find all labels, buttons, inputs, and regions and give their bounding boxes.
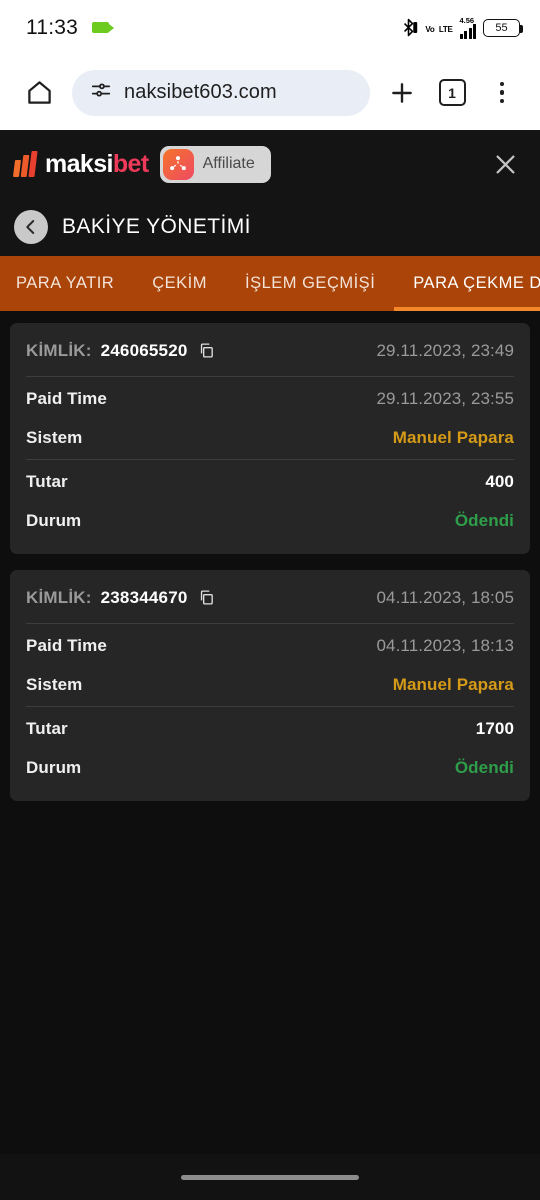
table-row: KİMLİK: 238344670 04.11.2023, 18:05 Paid… [10, 570, 530, 801]
divider [26, 459, 514, 460]
paid-time-row: Paid Time 04.11.2023, 18:13 [26, 626, 514, 665]
tutar-row: Tutar 1700 [26, 709, 514, 748]
tutar-label: Tutar [26, 718, 68, 738]
tutar-row: Tutar 400 [26, 462, 514, 501]
affiliate-network-icon [162, 148, 194, 180]
durum-label: Durum [26, 757, 82, 777]
home-icon[interactable] [16, 70, 62, 116]
overflow-menu-icon[interactable] [480, 71, 524, 115]
withdrawal-status-list: KİMLİK: 246065520 29.11.2023, 23:49 Paid… [0, 311, 540, 829]
record-id-group: KİMLİK: 238344670 [26, 588, 217, 608]
sistem-value: Manuel Papara [392, 674, 514, 694]
battery-percent-label: 55 [495, 21, 508, 34]
tutar-label: Tutar [26, 471, 68, 491]
tab-bar[interactable]: PARA YATIR ÇEKİM İŞLEM GEÇMİŞİ PARA ÇEKM… [0, 256, 540, 311]
sistem-label: Sistem [26, 427, 83, 447]
durum-row: Durum Ödendi [26, 748, 514, 787]
status-bar-right: Vo LTE 4.56 55 [399, 16, 523, 39]
tutar-value: 400 [485, 471, 514, 491]
sistem-value: Manuel Papara [392, 427, 514, 447]
record-created-date: 04.11.2023, 18:05 [376, 587, 514, 607]
page-header: BAKİYE YÖNETİMİ [0, 198, 540, 256]
tab-islem-gecmisi[interactable]: İŞLEM GEÇMİŞİ [226, 256, 394, 311]
plus-icon[interactable] [380, 71, 424, 115]
affiliate-badge[interactable]: Affiliate [159, 145, 271, 183]
tab-cekim[interactable]: ÇEKİM [133, 256, 226, 311]
kimlik-label: KİMLİK: [26, 587, 92, 607]
maksibet-chevrons-icon [12, 151, 38, 177]
paid-time-value: 29.11.2023, 23:55 [376, 388, 514, 408]
status-badge: Ödendi [454, 510, 514, 530]
page-title: BAKİYE YÖNETİMİ [62, 215, 251, 238]
paid-time-row: Paid Time 29.11.2023, 23:55 [26, 379, 514, 418]
kimlik-value: 246065520 [100, 340, 188, 360]
volte-icon: Vo LTE [425, 24, 453, 34]
battery-icon: 55 [483, 18, 523, 37]
kimlik-value: 238344670 [100, 587, 188, 607]
maksibet-logo[interactable]: maksibet [12, 150, 149, 179]
tab-count-label[interactable]: 1 [438, 79, 466, 106]
sistem-row: Sistem Manuel Papara [26, 418, 514, 457]
durum-row: Durum Ödendi [26, 501, 514, 540]
bluetooth-off-icon [399, 18, 418, 37]
tab-switcher-button[interactable]: 1 [430, 71, 474, 115]
divider [26, 623, 514, 624]
durum-label: Durum [26, 510, 82, 530]
sistem-row: Sistem Manuel Papara [26, 665, 514, 704]
close-icon[interactable] [484, 143, 526, 185]
divider [26, 706, 514, 707]
paid-time-label: Paid Time [26, 635, 107, 655]
affiliate-label: Affiliate [202, 155, 255, 172]
logo-wordmark: maksibet [45, 150, 149, 179]
copy-icon[interactable] [197, 341, 217, 361]
record-header-row: KİMLİK: 238344670 04.11.2023, 18:05 [26, 574, 514, 621]
camera-recording-icon [92, 22, 114, 33]
system-navigation-bar [0, 1154, 540, 1200]
signal-bars-icon: 4.56 [459, 16, 476, 39]
logo-text-primary: maksi [45, 149, 113, 178]
gesture-navigation-pill[interactable] [181, 1174, 359, 1180]
url-text[interactable]: naksibet603.com [124, 81, 277, 104]
copy-icon[interactable] [197, 588, 217, 608]
kimlik-label: KİMLİK: [26, 340, 92, 360]
paid-time-label: Paid Time [26, 388, 107, 408]
tab-para-yatir[interactable]: PARA YATIR [0, 256, 133, 311]
table-row: KİMLİK: 246065520 29.11.2023, 23:49 Paid… [10, 323, 530, 554]
sistem-label: Sistem [26, 674, 83, 694]
site-banner: maksibet Affiliate [0, 130, 540, 198]
status-bar-left: 11:33 [26, 15, 114, 40]
record-created-date: 29.11.2023, 23:49 [376, 340, 514, 360]
browser-toolbar: naksibet603.com 1 [0, 55, 540, 130]
record-header-row: KİMLİK: 246065520 29.11.2023, 23:49 [26, 327, 514, 374]
logo-text-accent: bet [112, 149, 149, 178]
divider [26, 376, 514, 377]
status-badge: Ödendi [454, 757, 514, 777]
paid-time-value: 04.11.2023, 18:13 [376, 635, 514, 655]
url-bar[interactable]: naksibet603.com [72, 69, 370, 116]
tab-para-cekme-durumu[interactable]: PARA ÇEKME DURUMU [394, 256, 540, 311]
chevron-left-icon[interactable] [14, 210, 48, 244]
record-id-group: KİMLİK: 246065520 [26, 341, 217, 361]
status-bar-clock: 11:33 [26, 15, 78, 39]
site-settings-tune-icon[interactable] [90, 79, 112, 106]
tutar-value: 1700 [475, 718, 514, 738]
system-status-bar: 11:33 Vo LTE 4.56 55 [0, 0, 540, 55]
